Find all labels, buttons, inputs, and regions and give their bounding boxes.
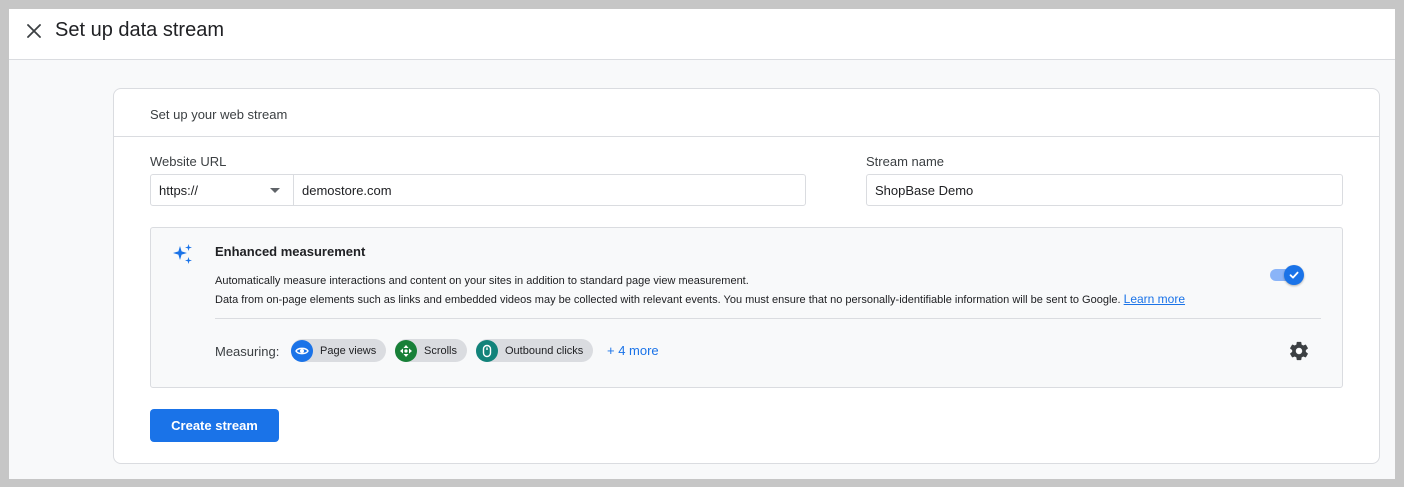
create-stream-button[interactable]: Create stream: [150, 409, 279, 442]
website-url-group: https://: [150, 174, 806, 206]
check-icon: [1289, 271, 1299, 279]
toggle-knob: [1284, 265, 1304, 285]
stream-name-field: [866, 174, 1343, 206]
scroll-icon: [395, 339, 417, 362]
measuring-label: Measuring:: [215, 344, 280, 359]
chip-outbound-clicks: Outbound clicks: [476, 339, 594, 362]
page-title: Set up data stream: [55, 19, 224, 41]
learn-more-link[interactable]: Learn more: [1124, 292, 1185, 306]
top-bar: Set up data stream: [9, 9, 1395, 60]
sparkle-icon: [173, 244, 192, 264]
gear-icon[interactable]: [1288, 340, 1310, 362]
website-url-label: Website URL: [150, 154, 227, 169]
card-header: Set up your web stream: [114, 89, 1379, 137]
close-button[interactable]: [23, 20, 45, 42]
enhanced-measurement-note: Data from on-page elements such as links…: [215, 292, 1185, 306]
chip-scrolls: Scrolls: [395, 339, 468, 362]
enhanced-measurement-description: Automatically measure interactions and c…: [215, 275, 749, 287]
divider: [215, 318, 1321, 319]
chip-page-views: Page views: [291, 339, 387, 362]
mouse-icon: [476, 339, 498, 362]
eye-icon: [291, 339, 313, 362]
protocol-select[interactable]: https://: [151, 175, 294, 205]
enhanced-measurement-toggle[interactable]: [1270, 265, 1304, 286]
enhanced-measurement-title: Enhanced measurement: [215, 244, 366, 259]
close-icon: [27, 24, 41, 38]
protocol-value: https://: [159, 183, 199, 198]
chip-label: Scrolls: [424, 344, 458, 357]
more-measurements-link[interactable]: + 4 more: [607, 343, 659, 358]
enhanced-measurement-panel: Enhanced measurement Automatically measu…: [150, 227, 1343, 388]
chevron-down-icon: [270, 188, 280, 193]
chip-label: Outbound clicks: [505, 344, 584, 357]
chip-label: Page views: [320, 344, 377, 357]
website-url-input[interactable]: [294, 175, 805, 205]
note-text: Data from on-page elements such as links…: [215, 294, 1121, 306]
card-header-title: Set up your web stream: [150, 107, 288, 122]
stream-name-label: Stream name: [866, 154, 945, 169]
stream-name-input[interactable]: [867, 175, 1342, 205]
app-window: Set up data stream Set up your web strea…: [9, 9, 1395, 479]
web-stream-card: Set up your web stream Website URL https…: [113, 88, 1380, 464]
